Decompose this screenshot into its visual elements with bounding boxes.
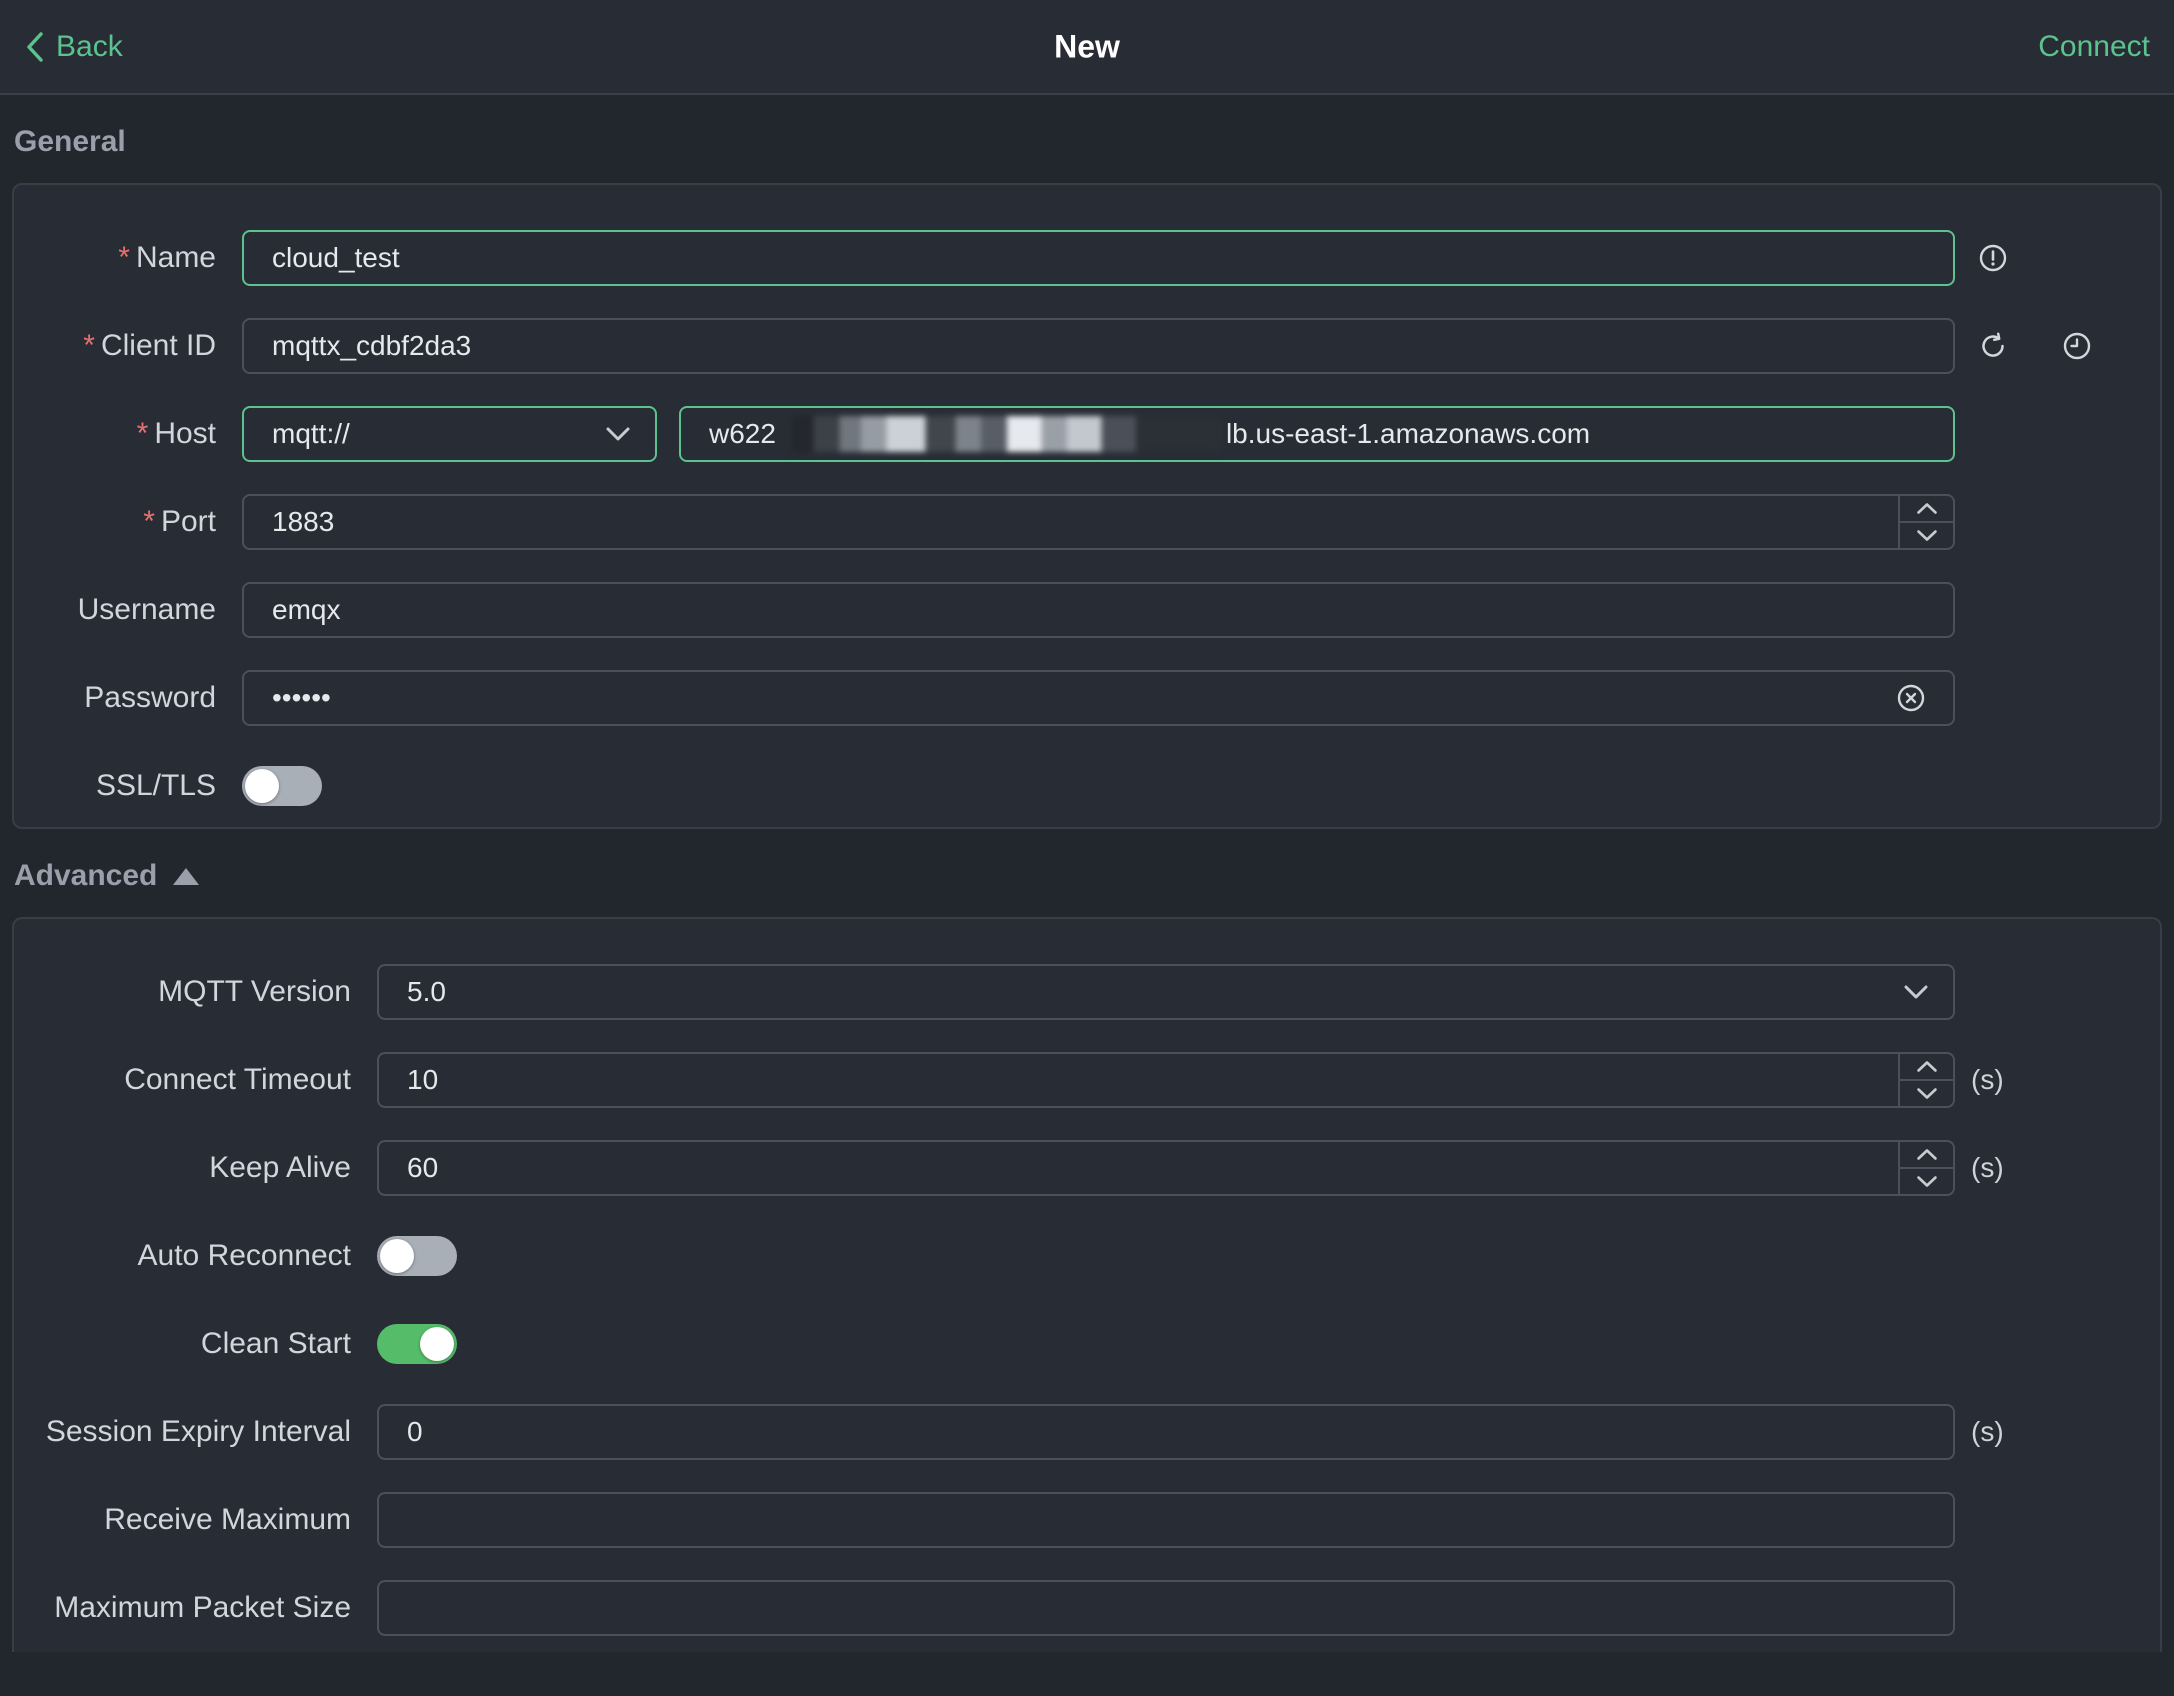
mqtt-version-label: MQTT Version — [158, 975, 351, 1008]
toggle-knob — [420, 1327, 454, 1361]
client-id-row: * Client ID — [14, 318, 2160, 374]
connect-timeout-input[interactable] — [377, 1052, 1955, 1108]
port-stepper — [1898, 496, 1953, 548]
maximum-packet-size-input[interactable] — [377, 1580, 1955, 1636]
host-protocol-value: mqtt:// — [272, 418, 350, 449]
general-card: *Name *Client ID — [12, 183, 2162, 829]
back-button[interactable]: Back — [24, 30, 123, 64]
ssl-label: SSL/TLS — [95, 769, 216, 802]
back-label: Back — [56, 29, 123, 63]
chevron-down-icon — [605, 426, 631, 442]
redacted-host-segment — [791, 416, 1222, 452]
port-row: * Port — [14, 494, 2160, 550]
auto-reconnect-label: Auto Reconnect — [137, 1239, 351, 1272]
clean-start-label: Clean Start — [200, 1327, 351, 1360]
auto-reconnect-toggle[interactable] — [377, 1236, 457, 1276]
toggle-knob — [245, 769, 279, 803]
username-input[interactable] — [242, 582, 1955, 638]
name-input[interactable] — [242, 230, 1955, 286]
required-marker: * — [118, 241, 130, 274]
keep-alive-input[interactable] — [377, 1140, 1955, 1196]
port-input[interactable] — [242, 494, 1955, 550]
maximum-packet-size-row: Maximum Packet Size — [14, 1580, 2160, 1636]
collapse-caret-icon — [173, 867, 200, 885]
advanced-card: MQTT Version 5.0 Connect Timeout 10 (s) … — [12, 917, 2162, 1652]
stepper-down-button[interactable] — [1900, 1169, 1953, 1194]
seconds-unit: (s) — [1971, 1416, 2004, 1447]
auto-reconnect-row: Auto Reconnect — [14, 1228, 2160, 1284]
host-label: * Host — [136, 417, 216, 450]
maximum-packet-size-label: Maximum Packet Size — [54, 1591, 351, 1624]
host-input[interactable]: w622 lb.us-east-1.amazonaws.com — [679, 406, 1955, 462]
session-expiry-row: Session Expiry Interval (s) — [14, 1404, 2160, 1460]
seconds-unit: (s) — [1971, 1152, 2004, 1183]
ssl-toggle[interactable] — [242, 766, 322, 806]
keep-alive-row: Keep Alive (s) — [14, 1140, 2160, 1196]
form-area: General *Name *Client ID — [0, 125, 2174, 1652]
password-label: Password — [84, 681, 216, 714]
host-value-suffix: lb.us-east-1.amazonaws.com — [1225, 418, 1591, 449]
clean-start-toggle[interactable] — [377, 1324, 457, 1364]
toggle-knob — [380, 1239, 414, 1273]
username-row: Username — [14, 582, 2160, 638]
name-label: * Name — [118, 241, 216, 274]
receive-maximum-label: Receive Maximum — [104, 1503, 351, 1536]
general-heading-label: General — [14, 125, 126, 158]
receive-maximum-input[interactable] — [377, 1492, 1955, 1548]
username-label: Username — [77, 593, 216, 626]
stepper-up-button[interactable] — [1900, 496, 1953, 523]
port-label: * Port — [143, 505, 216, 538]
stepper-down-button[interactable] — [1900, 1081, 1953, 1106]
ssl-row: SSL/TLS — [14, 758, 2160, 814]
stepper-up-button[interactable] — [1900, 1142, 1953, 1169]
connect-timeout-label: Connect Timeout — [124, 1063, 351, 1096]
mqtt-version-value: 5.0 — [407, 976, 446, 1007]
keep-alive-label: Keep Alive — [209, 1151, 351, 1184]
top-bar: Back New Connect — [0, 0, 2174, 95]
name-row: * Name — [14, 230, 2160, 286]
seconds-unit: (s) — [1971, 1064, 2004, 1095]
session-expiry-input[interactable] — [377, 1404, 1955, 1460]
mqtt-version-row: MQTT Version 5.0 — [14, 964, 2160, 1020]
stepper-up-button[interactable] — [1900, 1054, 1953, 1081]
host-value-prefix: w622 — [709, 418, 776, 449]
stepper-down-button[interactable] — [1900, 523, 1953, 548]
clear-password-icon[interactable] — [1897, 684, 1925, 712]
clean-start-row: Clean Start — [14, 1316, 2160, 1372]
chevron-left-icon — [24, 30, 46, 64]
connect-button[interactable]: Connect — [2038, 30, 2150, 64]
password-row: Password — [14, 670, 2160, 726]
client-id-input[interactable] — [242, 318, 1955, 374]
mqtt-version-select[interactable]: 5.0 — [377, 964, 1955, 1020]
advanced-section-heading[interactable]: Advanced — [14, 859, 2160, 893]
host-protocol-select[interactable]: mqtt:// — [242, 406, 657, 462]
keep-alive-stepper — [1898, 1142, 1953, 1194]
session-expiry-label: Session Expiry Interval — [45, 1415, 351, 1448]
history-clock-icon[interactable] — [2063, 332, 2091, 360]
host-row: * Host mqtt:// w622 lb.us-east-1.amazonaw… — [14, 406, 2160, 462]
password-input[interactable] — [242, 670, 1955, 726]
chevron-down-icon — [1903, 984, 1929, 1000]
general-section-heading: General — [14, 125, 2160, 159]
connect-timeout-row: Connect Timeout (s) — [14, 1052, 2160, 1108]
warning-circle-icon[interactable] — [1979, 244, 2007, 272]
required-marker: * — [83, 329, 95, 362]
receive-maximum-row: Receive Maximum — [14, 1492, 2160, 1548]
connect-timeout-stepper — [1898, 1054, 1953, 1106]
required-marker: * — [143, 505, 155, 538]
page-title: New — [1054, 28, 1120, 64]
advanced-heading-label: Advanced — [14, 859, 158, 892]
required-marker: * — [136, 417, 149, 450]
client-id-label: * Client ID — [83, 329, 216, 362]
refresh-icon[interactable] — [1979, 332, 2007, 360]
